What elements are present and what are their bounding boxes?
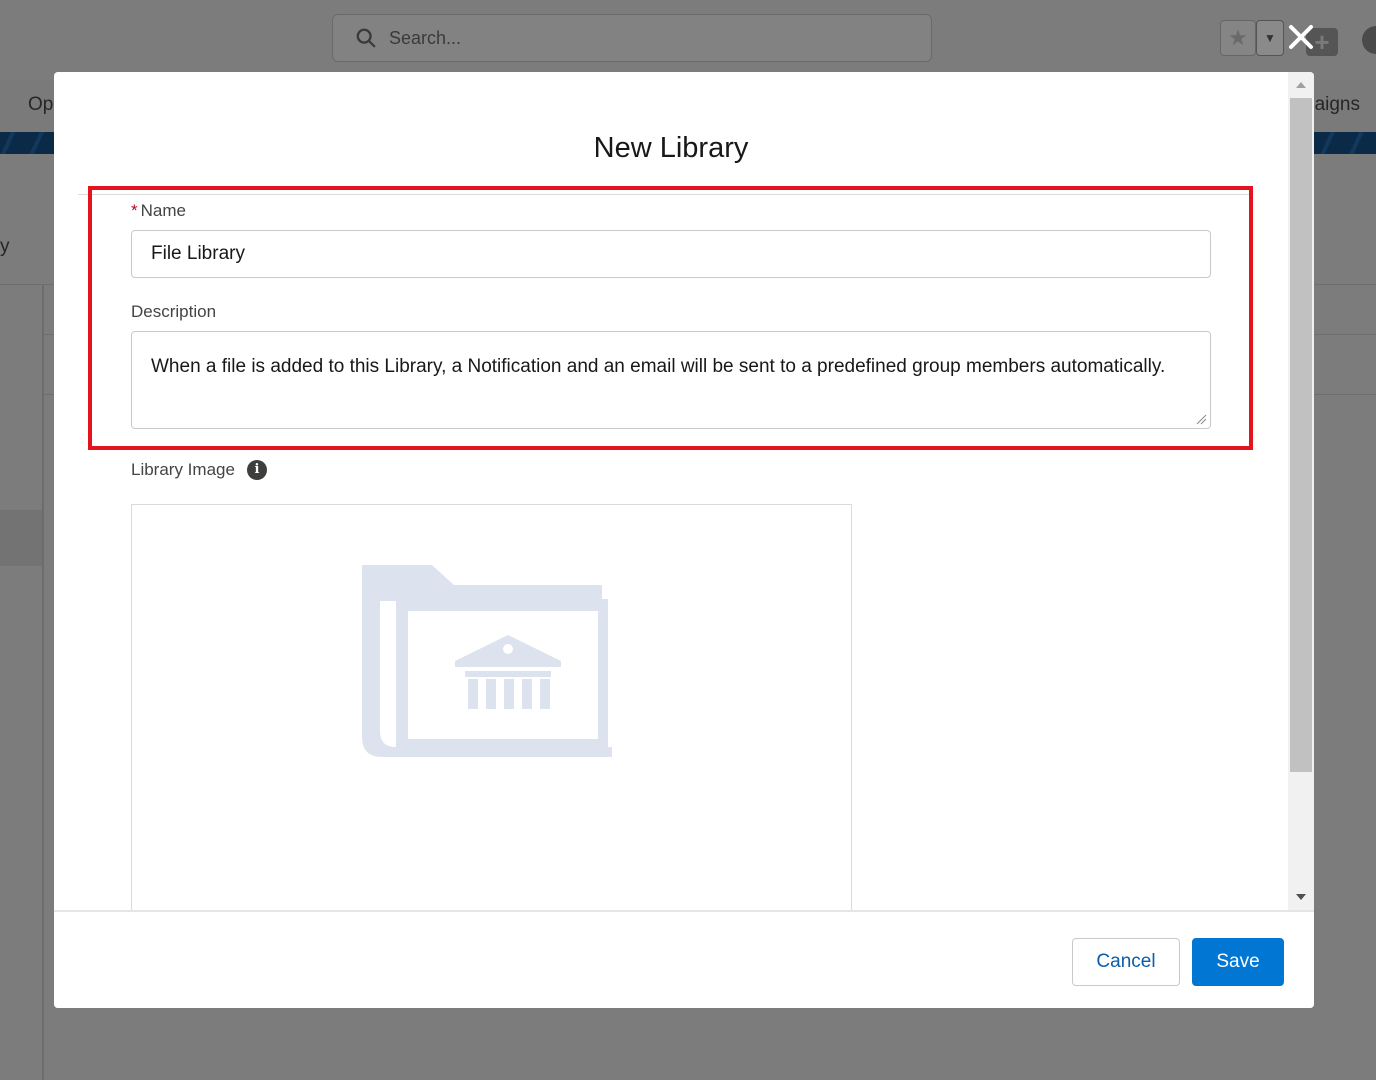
library-image-dropzone[interactable]: [131, 504, 852, 910]
scroll-thumb[interactable]: [1290, 98, 1312, 772]
resize-handle-icon[interactable]: [1195, 413, 1207, 425]
page-side-text: y: [0, 236, 10, 257]
name-label: * Name: [131, 201, 186, 221]
library-image-label: Library Image: [131, 460, 235, 479]
modal-title: New Library: [593, 132, 749, 164]
library-folder-icon: [362, 565, 612, 757]
cancel-button[interactable]: Cancel: [1072, 938, 1180, 986]
divider: [42, 284, 44, 1080]
close-icon: [1289, 25, 1313, 49]
required-marker: *: [131, 201, 138, 220]
description-label: Description: [131, 302, 217, 321]
chevron-up-icon: [1296, 82, 1306, 88]
chevron-down-icon: [1296, 894, 1306, 900]
name-label-text: Name: [140, 201, 186, 220]
nav-item-left[interactable]: Op: [28, 94, 53, 116]
close-modal-button[interactable]: [1284, 20, 1318, 54]
name-input[interactable]: File Library: [131, 230, 1211, 278]
favorite-star-button[interactable]: ★: [1220, 20, 1256, 56]
search-placeholder: Search...: [389, 27, 462, 48]
chevron-down-icon: ▼: [1264, 31, 1276, 45]
search-icon: [356, 28, 376, 48]
description-text: When a file is added to this Library, a …: [151, 356, 1166, 377]
save-button[interactable]: Save: [1192, 938, 1284, 986]
scroll-down-button[interactable]: [1288, 886, 1314, 908]
info-icon[interactable]: i: [247, 460, 267, 480]
modal-footer: Cancel Save: [54, 910, 1314, 1008]
divider: [78, 194, 1252, 195]
favorites-dropdown-button[interactable]: ▼: [1256, 20, 1284, 56]
selected-row: [0, 510, 42, 566]
modal-scrollbar[interactable]: [1288, 72, 1314, 910]
global-search-input[interactable]: Search...: [332, 14, 932, 62]
new-library-modal: New Library * Name File Library Descripti…: [54, 72, 1314, 1008]
description-textarea[interactable]: When a file is added to this Library, a …: [131, 331, 1211, 429]
star-icon: ★: [1228, 25, 1248, 50]
modal-body: New Library * Name File Library Descripti…: [54, 72, 1288, 910]
scroll-up-button[interactable]: [1288, 74, 1314, 96]
